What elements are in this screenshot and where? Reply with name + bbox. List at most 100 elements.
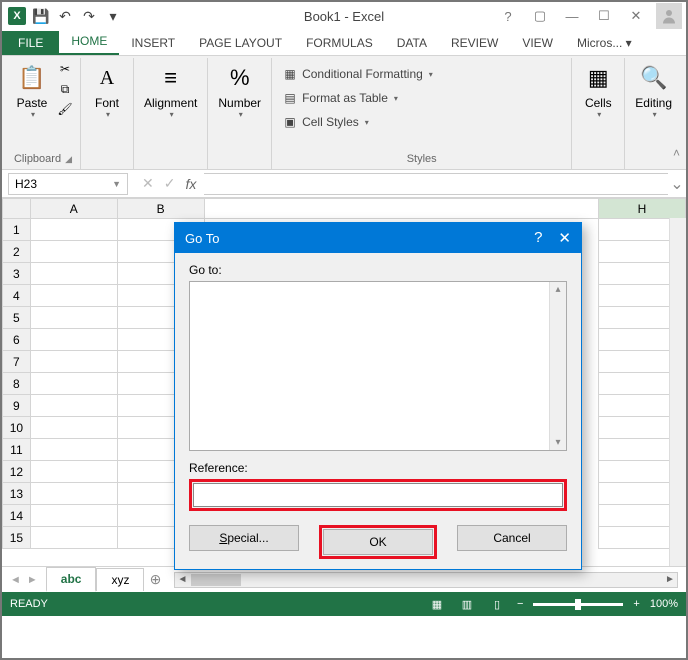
row-header[interactable]: 12 [3, 461, 31, 483]
group-cells: ▦ Cells ▾ [572, 58, 625, 169]
format-as-table-button[interactable]: ▤ Format as Table▾ [278, 88, 402, 108]
dialog-close-icon[interactable]: ✕ [558, 229, 571, 247]
qat-customize-icon[interactable]: ▾ [102, 5, 124, 27]
conditional-formatting-label: Conditional Formatting [302, 67, 423, 81]
dialog-help-icon[interactable]: ? [534, 229, 542, 247]
tab-data[interactable]: DATA [385, 31, 439, 55]
col-header-a[interactable]: A [30, 199, 117, 219]
sheet-tab-abc[interactable]: abc [46, 567, 97, 592]
goto-list-scrollbar[interactable]: ▴▾ [549, 282, 566, 450]
row-header[interactable]: 3 [3, 263, 31, 285]
scroll-left-icon[interactable]: ◄ [175, 574, 189, 585]
maximize-icon[interactable]: ☐ [592, 6, 616, 26]
tab-formulas[interactable]: FORMULAS [294, 31, 385, 55]
scroll-thumb[interactable] [191, 574, 241, 586]
sheet-tab-xyz[interactable]: xyz [96, 568, 144, 591]
minimize-icon[interactable]: — [560, 6, 584, 26]
zoom-level[interactable]: 100% [650, 598, 678, 610]
tab-insert[interactable]: INSERT [119, 31, 187, 55]
sheet-nav-next-icon[interactable]: ► [27, 574, 38, 586]
editing-button[interactable]: 🔍 Editing ▾ [631, 60, 676, 121]
ribbon-tabs: FILE HOME INSERT PAGE LAYOUT FORMULAS DA… [2, 30, 686, 56]
conditional-formatting-button[interactable]: ▦ Conditional Formatting▾ [278, 64, 437, 84]
row-header[interactable]: 8 [3, 373, 31, 395]
select-all-corner[interactable] [3, 199, 31, 219]
cell-styles-button[interactable]: ▣ Cell Styles▾ [278, 112, 373, 132]
reference-input[interactable] [193, 483, 563, 507]
row-header[interactable]: 6 [3, 329, 31, 351]
group-font: A Font ▾ [81, 58, 134, 169]
ok-button[interactable]: OK [323, 529, 433, 555]
ribbon: 📋 Paste ▾ ✂ ⧉ 🖌 Clipboard◢ A Font ▾ ≡ [2, 56, 686, 170]
title-bar: X 💾 ↶ ↷ ▾ Book1 - Excel ? ▢ — ☐ ✕ [2, 2, 686, 30]
horizontal-scrollbar[interactable]: ◄ ► [174, 572, 678, 588]
row-header[interactable]: 7 [3, 351, 31, 373]
row-header[interactable]: 10 [3, 417, 31, 439]
format-as-table-icon: ▤ [282, 90, 298, 106]
dialog-title-text: Go To [185, 231, 219, 246]
cancel-formula-icon[interactable]: ✕ [142, 175, 154, 192]
excel-logo-icon: X [6, 5, 28, 27]
group-number: % Number ▾ [208, 58, 272, 169]
clipboard-launcher-icon[interactable]: ◢ [65, 154, 72, 165]
row-header[interactable]: 5 [3, 307, 31, 329]
tab-view[interactable]: VIEW [510, 31, 565, 55]
tab-review[interactable]: REVIEW [439, 31, 510, 55]
vertical-scrollbar[interactable] [669, 218, 686, 566]
enter-formula-icon[interactable]: ✓ [164, 175, 176, 192]
status-ready: READY [10, 598, 48, 610]
editing-icon: 🔍 [638, 62, 670, 94]
help-icon[interactable]: ? [496, 6, 520, 26]
font-button[interactable]: A Font ▾ [87, 60, 127, 121]
group-clipboard: 📋 Paste ▾ ✂ ⧉ 🖌 Clipboard ◢ [6, 58, 81, 169]
sheet-nav-prev-icon[interactable]: ◄ [10, 574, 21, 586]
ribbon-display-icon[interactable]: ▢ [528, 6, 552, 26]
row-header[interactable]: 2 [3, 241, 31, 263]
normal-view-icon[interactable]: ▦ [427, 596, 447, 612]
collapse-ribbon-icon[interactable]: ˄ [673, 146, 680, 160]
col-header-h[interactable]: H [599, 199, 686, 219]
zoom-in-icon[interactable]: + [633, 598, 639, 610]
name-box[interactable]: H23 ▼ [8, 173, 128, 195]
cancel-button[interactable]: Cancel [457, 525, 567, 551]
alignment-button[interactable]: ≡ Alignment ▾ [140, 60, 201, 121]
dialog-titlebar[interactable]: Go To ? ✕ [175, 223, 581, 253]
undo-icon[interactable]: ↶ [54, 5, 76, 27]
zoom-slider[interactable] [533, 603, 623, 606]
col-header-b[interactable]: B [117, 199, 204, 219]
format-painter-icon[interactable]: 🖌 [56, 100, 74, 118]
close-icon[interactable]: ✕ [624, 6, 648, 26]
row-header[interactable]: 1 [3, 219, 31, 241]
row-header[interactable]: 9 [3, 395, 31, 417]
clipboard-label: Clipboard [14, 153, 61, 165]
cells-button[interactable]: ▦ Cells ▾ [578, 60, 618, 121]
group-alignment: ≡ Alignment ▾ [134, 58, 208, 169]
user-avatar-icon[interactable] [656, 3, 682, 29]
cut-icon[interactable]: ✂ [56, 60, 74, 78]
row-header[interactable]: 15 [3, 527, 31, 549]
scroll-right-icon[interactable]: ► [663, 574, 677, 585]
add-sheet-icon[interactable]: ⊕ [144, 571, 166, 588]
page-layout-view-icon[interactable]: ▥ [457, 596, 477, 612]
row-header[interactable]: 4 [3, 285, 31, 307]
reference-label: Reference: [189, 461, 567, 475]
redo-icon[interactable]: ↷ [78, 5, 100, 27]
copy-icon[interactable]: ⧉ [56, 80, 74, 98]
fx-icon[interactable]: fx [185, 176, 196, 192]
row-header[interactable]: 14 [3, 505, 31, 527]
tab-page-layout[interactable]: PAGE LAYOUT [187, 31, 294, 55]
tab-file[interactable]: FILE [2, 31, 59, 55]
paste-button[interactable]: 📋 Paste ▾ [12, 60, 52, 121]
expand-formula-bar-icon[interactable]: ⌄ [668, 174, 686, 194]
page-break-view-icon[interactable]: ▯ [487, 596, 507, 612]
number-button[interactable]: % Number ▾ [214, 60, 265, 121]
row-header[interactable]: 13 [3, 483, 31, 505]
tab-home[interactable]: HOME [59, 29, 119, 55]
row-header[interactable]: 11 [3, 439, 31, 461]
special-button[interactable]: Special... [189, 525, 299, 551]
save-icon[interactable]: 💾 [30, 5, 52, 27]
zoom-out-icon[interactable]: − [517, 598, 523, 610]
goto-listbox[interactable]: ▴▾ [189, 281, 567, 451]
formula-input[interactable] [204, 173, 668, 195]
tab-addins[interactable]: Micros... ▾ [565, 31, 644, 55]
